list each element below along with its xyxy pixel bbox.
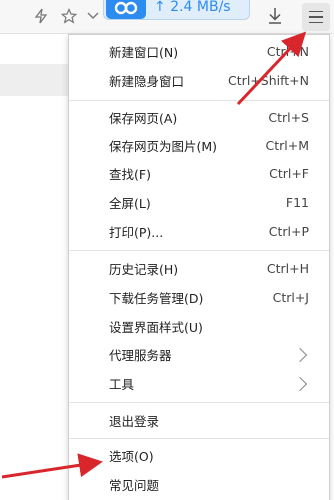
menu-item-new-window[interactable]: 新建窗口(N) Ctrl+N	[69, 39, 329, 64]
lightning-icon[interactable]	[30, 5, 52, 27]
menu-item-faq[interactable]: 常见问题	[69, 472, 329, 497]
download-speed-badge[interactable]: ↑ 2.4 MB/s	[103, 0, 250, 20]
menu-separator	[69, 100, 329, 101]
download-icon[interactable]	[264, 5, 286, 27]
menu-item-new-incognito-window[interactable]: 新建隐身窗口 Ctrl+Shift+N	[69, 68, 329, 93]
menu-item-logout[interactable]: 退出登录	[69, 408, 329, 433]
menu-separator	[69, 438, 329, 439]
upload-arrow-icon: ↑	[154, 0, 171, 15]
menu-item-fullscreen[interactable]: 全屏(L) F11	[69, 190, 329, 215]
chevron-right-icon	[292, 376, 308, 391]
menu-item-save-page[interactable]: 保存网页(A) Ctrl+S	[69, 105, 329, 130]
menu-item-history[interactable]: 历史记录(H) Ctrl+H	[69, 256, 329, 281]
hamburger-menu-icon[interactable]	[302, 3, 330, 31]
download-speed-text: ↑ 2.4 MB/s	[154, 0, 231, 15]
menu-item-download-manager[interactable]: 下载任务管理(D) Ctrl+J	[69, 285, 329, 310]
menu-item-tools[interactable]: 工具	[69, 371, 329, 396]
star-icon[interactable]	[58, 5, 80, 27]
accelerator-logo-icon	[106, 0, 146, 19]
menu-item-proxy-server[interactable]: 代理服务器	[69, 342, 329, 367]
menu-item-interface-style[interactable]: 设置界面样式(U)	[69, 314, 329, 339]
menu-separator	[69, 250, 329, 251]
menu-separator	[69, 402, 329, 403]
menu-item-options[interactable]: 选项(O)	[69, 443, 329, 468]
browser-toolbar: ↑ 2.4 MB/s	[0, 0, 334, 34]
chevron-right-icon	[292, 347, 308, 362]
chevron-down-icon[interactable]	[82, 5, 104, 27]
browser-main-menu: 新建窗口(N) Ctrl+N 新建隐身窗口 Ctrl+Shift+N 保存网页(A)…	[68, 34, 330, 500]
menu-item-save-page-as-image[interactable]: 保存网页为图片(M) Ctrl+M	[69, 133, 329, 158]
background-page-bar	[0, 64, 70, 96]
menu-item-find[interactable]: 查找(F) Ctrl+F	[69, 161, 329, 186]
menu-item-print[interactable]: 打印(P)... Ctrl+P	[69, 219, 329, 244]
